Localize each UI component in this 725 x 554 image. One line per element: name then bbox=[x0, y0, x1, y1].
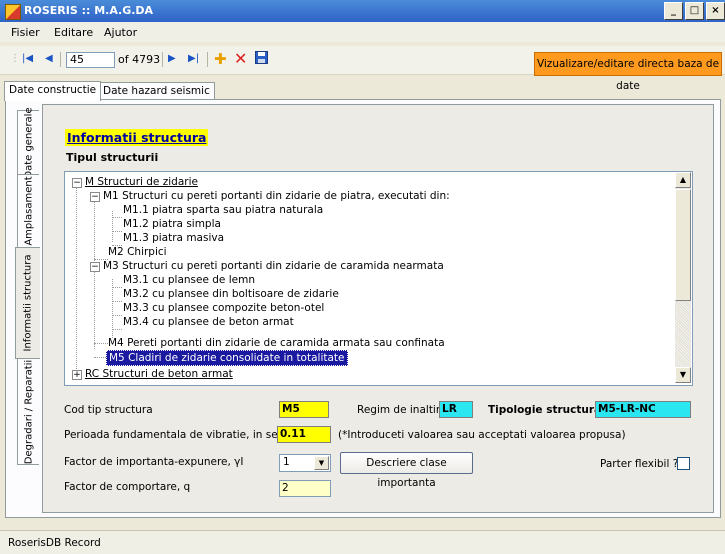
grip-icon: ⋮ bbox=[10, 53, 20, 64]
tree-node-m1-1[interactable]: M1.1 piatra sparta sau piatra naturala bbox=[123, 203, 323, 217]
structure-type-tree[interactable]: − M Structuri de zidarie − M1 Structuri … bbox=[64, 171, 693, 386]
tab-date-constructie[interactable]: Date constructie bbox=[4, 81, 102, 101]
collapse-toggle-icon[interactable]: − bbox=[90, 262, 100, 272]
move-first-icon[interactable]: |◀ bbox=[22, 53, 33, 64]
tree-connector bbox=[112, 211, 113, 242]
tree-node-m2[interactable]: M2 Chirpici bbox=[108, 245, 167, 259]
factor-comportare-label: Factor de comportare, q bbox=[64, 481, 191, 493]
app-icon bbox=[5, 4, 21, 20]
tab-degradari-reparatii[interactable]: Degradari / Reparatii bbox=[17, 358, 39, 465]
position-input[interactable]: 45 bbox=[66, 52, 115, 68]
add-new-icon[interactable]: ✚ bbox=[214, 50, 227, 68]
move-next-icon[interactable]: ▶ bbox=[168, 53, 176, 64]
scroll-thumb[interactable] bbox=[675, 189, 691, 301]
tree-node-m4[interactable]: M4 Pereti portanti din zidarie de carami… bbox=[108, 336, 445, 350]
tree-node-m3[interactable]: M3 Structuri cu pereti portanti din zida… bbox=[103, 259, 444, 273]
tree-node-m3-4[interactable]: M3.4 cu plansee de beton armat bbox=[123, 315, 294, 329]
factor-importanta-label: Factor de importanta-expunere, γI bbox=[64, 456, 244, 468]
delete-icon[interactable]: ✕ bbox=[234, 49, 247, 68]
status-text: RoserisDB Record bbox=[8, 537, 101, 549]
cod-tip-structura-field[interactable]: M5 bbox=[279, 401, 329, 418]
toolbar-separator bbox=[207, 52, 208, 67]
record-count: of 4793 bbox=[118, 53, 161, 66]
tree-node-rc[interactable]: RC Structuri de beton armat bbox=[85, 367, 233, 381]
tab-informatii-structura[interactable]: Informatii structura bbox=[15, 247, 40, 359]
tab-label: Informatii structura bbox=[22, 254, 34, 352]
save-icon[interactable] bbox=[255, 51, 268, 67]
factor-importanta-select[interactable]: 1 ▼ bbox=[279, 454, 331, 472]
tree-node-m5-selected[interactable]: M5 Cladiri de zidarie consolidate in tot… bbox=[106, 350, 348, 366]
window-controls: _ □ × bbox=[664, 2, 725, 20]
move-last-icon[interactable]: ▶| bbox=[188, 53, 199, 64]
menu-ajutor[interactable]: Ajutor bbox=[104, 26, 137, 39]
tab-label: Date generale bbox=[23, 106, 34, 179]
toolbar-separator bbox=[60, 52, 61, 67]
side-tab-strip: Date generale Amplasament Informatii str… bbox=[15, 106, 41, 502]
expand-toggle-icon[interactable]: + bbox=[72, 370, 82, 380]
tree-connector bbox=[94, 197, 95, 349]
scroll-down-icon[interactable]: ▼ bbox=[675, 367, 691, 383]
factor-comportare-field[interactable]: 2 bbox=[279, 480, 331, 497]
menu-editare[interactable]: Editare bbox=[54, 26, 93, 39]
parter-flexibil-checkbox[interactable] bbox=[677, 457, 690, 470]
tree-connector bbox=[94, 343, 108, 344]
tree-node-m3-1[interactable]: M3.1 cu plansee de lemn bbox=[123, 273, 255, 287]
maximize-button[interactable]: □ bbox=[685, 2, 704, 20]
menu-bar: Fisier Editare Ajutor bbox=[0, 22, 725, 42]
regim-inaltime-field[interactable]: LR bbox=[439, 401, 473, 418]
collapse-toggle-icon[interactable]: − bbox=[90, 192, 100, 202]
selected-value: 1 bbox=[283, 456, 290, 468]
tree-node-m1-2[interactable]: M1.2 piatra simpla bbox=[123, 217, 221, 231]
dropdown-arrow-icon[interactable]: ▼ bbox=[314, 456, 329, 470]
tree-connector bbox=[112, 329, 122, 330]
tree-node-m[interactable]: M Structuri de zidarie bbox=[85, 175, 198, 189]
tree-connector bbox=[112, 217, 122, 218]
title-bar: ROSERIS :: M.A.G.DA _ □ × bbox=[0, 0, 725, 22]
toolbar-separator bbox=[162, 52, 163, 67]
tab-label: Degradari / Reparatii bbox=[23, 359, 34, 464]
outer-tab-strip: Date constructie Date hazard seismic bbox=[0, 81, 725, 101]
menu-fisier[interactable]: Fisier bbox=[11, 26, 40, 39]
parter-flexibil-label: Parter flexibil ? bbox=[600, 458, 679, 470]
close-button[interactable]: × bbox=[706, 2, 725, 20]
collapse-toggle-icon[interactable]: − bbox=[72, 178, 82, 188]
tipologie-structura-label: Tipologie structura bbox=[488, 404, 602, 416]
tree-node-m1-3[interactable]: M1.3 piatra masiva bbox=[123, 231, 224, 245]
section-heading: Informatii structura bbox=[65, 129, 209, 146]
descriere-clase-button[interactable]: Descriere clase importanta bbox=[340, 452, 473, 489]
tab-amplasament[interactable]: Amplasament bbox=[17, 174, 39, 248]
window-title: ROSERIS :: M.A.G.DA bbox=[24, 4, 154, 17]
tab-date-hazard-seismic[interactable]: Date hazard seismic bbox=[98, 82, 215, 99]
scroll-up-icon[interactable]: ▲ bbox=[675, 172, 691, 188]
cod-tip-structura-label: Cod tip structura bbox=[64, 404, 153, 416]
tree-node-m1[interactable]: M1 Structuri cu pereti portanti din zida… bbox=[103, 189, 450, 203]
tree-node-m3-2[interactable]: M3.2 cu plansee din boltisoare de zidari… bbox=[123, 287, 339, 301]
tree-connector bbox=[112, 287, 122, 288]
tree-connector bbox=[112, 301, 122, 302]
minimize-button[interactable]: _ bbox=[664, 2, 683, 20]
tree-connector bbox=[76, 183, 77, 377]
status-bar: RoserisDB Record bbox=[0, 530, 725, 554]
tree-connector bbox=[112, 231, 122, 232]
section-subheading: Tipul structurii bbox=[66, 151, 159, 164]
tree-scrollbar[interactable]: ▲ ▼ bbox=[675, 172, 691, 383]
tipologie-structura-field[interactable]: M5-LR-NC bbox=[595, 401, 691, 418]
tree-connector bbox=[112, 315, 122, 316]
tab-date-generale[interactable]: Date generale bbox=[17, 106, 39, 179]
tree-node-m3-3[interactable]: M3.3 cu plansee compozite beton-otel bbox=[123, 301, 324, 315]
move-previous-icon[interactable]: ◀ bbox=[45, 53, 53, 64]
tab-label: Amplasament bbox=[23, 176, 34, 246]
perioada-note: (*Introduceti valoarea sau acceptati val… bbox=[338, 429, 626, 441]
perioada-vibratie-field[interactable]: 0.11 bbox=[277, 426, 331, 443]
visualize-database-button[interactable]: Vizualizare/editare directa baza de date bbox=[534, 52, 722, 92]
